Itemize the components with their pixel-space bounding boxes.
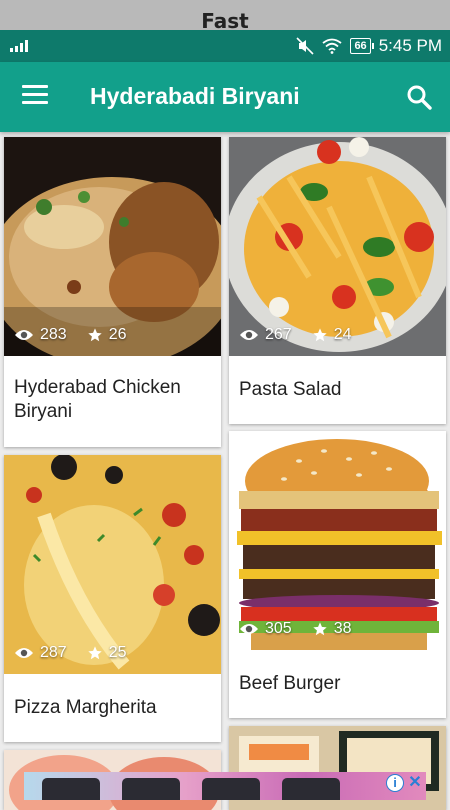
app-bar: Hyderabadi Biryani	[0, 62, 450, 132]
recipe-name: Beef Burger	[239, 673, 341, 694]
view-count: 283	[40, 326, 67, 343]
ad-close-icon[interactable]: ✕	[406, 774, 424, 792]
page-title: Hyderabadi Biryani	[90, 83, 300, 109]
eye-icon	[240, 330, 258, 340]
recipe-stats: 305 38	[239, 620, 352, 638]
recipe-name: Pizza Margherita	[14, 697, 157, 718]
recipe-image: 287 25	[4, 455, 221, 674]
search-icon[interactable]	[406, 84, 432, 110]
view-count: 305	[265, 620, 292, 637]
star-icon	[313, 622, 327, 636]
star-icon	[313, 328, 327, 342]
recipe-stats: 283 26	[14, 326, 127, 344]
recipe-image: 283 26	[4, 137, 221, 356]
menu-icon[interactable]	[22, 85, 48, 109]
recipe-image: 267 24	[229, 137, 446, 356]
ad-banner[interactable]: i ✕	[24, 772, 426, 800]
signal-icon	[10, 40, 28, 52]
recipe-stats: 267 24	[239, 326, 352, 344]
view-count: 267	[265, 326, 292, 343]
recipe-card[interactable]: 267 24 Pasta Salad	[229, 137, 446, 424]
like-count: 24	[333, 326, 352, 343]
battery-icon: 66	[350, 38, 374, 54]
recipe-stats: 287 25	[14, 644, 127, 662]
like-count: 26	[108, 326, 127, 343]
recipe-name: Pasta Salad	[239, 379, 342, 400]
star-icon	[88, 646, 102, 660]
view-count: 287	[40, 644, 67, 661]
like-count: 25	[108, 644, 127, 661]
status-bar: 66 5:45 PM	[0, 30, 450, 62]
recipe-image: 305 38	[229, 431, 446, 650]
star-icon	[88, 328, 102, 342]
eye-icon	[240, 624, 258, 634]
top-label: Fast	[0, 0, 450, 30]
eye-icon	[15, 330, 33, 340]
ad-info-icon[interactable]: i	[386, 774, 404, 792]
recipe-card[interactable]: 305 38 Beef Burger	[229, 431, 446, 718]
recipe-card[interactable]: 287 25 Pizza Margherita	[4, 455, 221, 742]
clock: 5:45 PM	[378, 36, 442, 55]
mute-icon	[296, 37, 315, 55]
like-count: 38	[333, 620, 352, 637]
eye-icon	[15, 648, 33, 658]
recipe-card[interactable]: 283 26 Hyderabad Chicken Biryani	[4, 137, 221, 447]
wifi-icon	[322, 38, 342, 54]
recipe-name: Hyderabad Chicken Biryani	[14, 377, 181, 422]
